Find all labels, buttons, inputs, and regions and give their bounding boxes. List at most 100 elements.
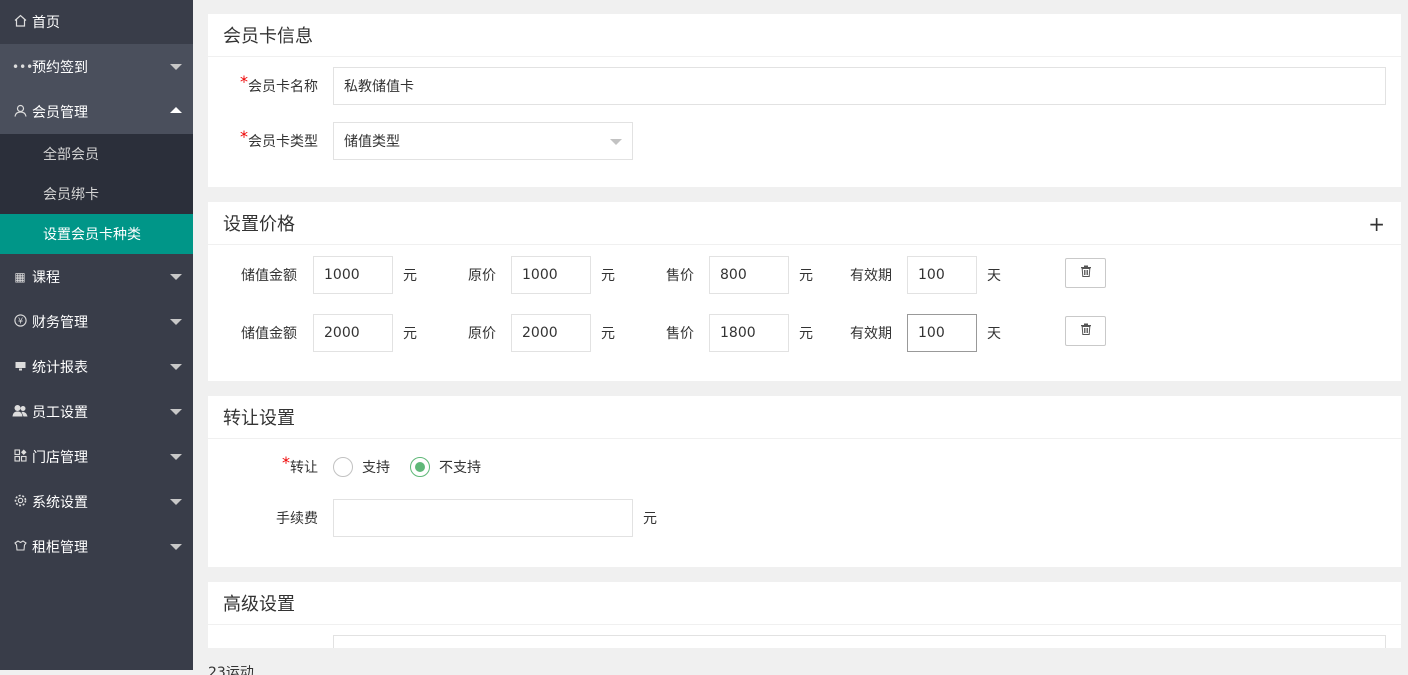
sub-item-card-types[interactable]: 设置会员卡种类 xyxy=(0,214,193,254)
validity-label: 有效期 xyxy=(850,268,892,284)
amount-label: 储值金额 xyxy=(241,268,297,284)
chevron-down-icon xyxy=(170,274,182,280)
chevron-up-icon xyxy=(170,107,182,113)
amount-unit: 元 xyxy=(403,326,417,342)
nav-item-stores-label: 门店管理 xyxy=(32,449,88,466)
main-content: 会员卡信息 *会员卡名称 私教储值卡 *会员卡类型 储值类型 设置价格 + 储值… xyxy=(208,14,1401,667)
validity-input[interactable]: 100 xyxy=(907,256,977,294)
sub-item-bind-card[interactable]: 会员绑卡 xyxy=(0,174,193,214)
sale-price-label: 售价 xyxy=(666,326,694,342)
chevron-down-icon xyxy=(170,454,182,460)
locker-icon xyxy=(12,539,28,555)
amount-unit: 元 xyxy=(403,268,417,284)
sale-price-unit: 元 xyxy=(799,326,813,342)
chevron-down-icon xyxy=(610,139,622,145)
nav-item-staff[interactable]: 员工设置 xyxy=(0,389,193,434)
chevron-down-icon xyxy=(170,544,182,550)
required-mark: * xyxy=(282,453,290,472)
nav-item-reports-label: 统计报表 xyxy=(32,359,88,376)
nav-item-settings-label: 系统设置 xyxy=(32,494,88,511)
chevron-down-icon xyxy=(170,64,182,70)
pricing-section: 设置价格 + 储值金额 1000 元 原价 1000 元 售价 800 元 有效… xyxy=(208,202,1401,381)
price-row: 储值金额 1000 元 原价 1000 元 售价 800 元 有效期 100 天 xyxy=(208,246,1401,304)
original-price-label: 原价 xyxy=(468,326,496,342)
nav-item-finance-label: 财务管理 xyxy=(32,314,88,331)
card-name-input[interactable]: 私教储值卡 xyxy=(333,67,1386,105)
nav-item-courses[interactable]: ▦ 课程 xyxy=(0,254,193,299)
card-info-section: 会员卡信息 *会员卡名称 私教储值卡 *会员卡类型 储值类型 xyxy=(208,14,1401,187)
nav-home[interactable]: 首页 xyxy=(0,0,193,44)
chevron-down-icon xyxy=(170,319,182,325)
sale-price-label: 售价 xyxy=(666,268,694,284)
fee-unit: 元 xyxy=(643,511,657,527)
chevron-down-icon xyxy=(170,364,182,370)
nav-home-label: 首页 xyxy=(32,15,60,31)
amount-label: 储值金额 xyxy=(241,326,297,342)
nav-item-booking-label: 预约签到 xyxy=(32,59,88,76)
required-mark: * xyxy=(240,72,248,91)
user-icon xyxy=(12,104,28,120)
nav-item-members-label: 会员管理 xyxy=(32,104,88,121)
trash-icon xyxy=(1080,323,1092,339)
nav-item-settings[interactable]: 系统设置 xyxy=(0,479,193,524)
advanced-section: 高级设置 xyxy=(208,582,1401,652)
delete-price-button[interactable] xyxy=(1065,316,1106,346)
transfer-section: 转让设置 *转让 支持 不支持 手续费 元 xyxy=(208,396,1401,567)
price-row: 储值金额 2000 元 原价 2000 元 售价 1800 元 有效期 100 … xyxy=(208,304,1401,362)
nav-item-reports[interactable]: 统计报表 xyxy=(0,344,193,389)
footer-text: 23运动 xyxy=(208,665,254,675)
add-price-button[interactable]: + xyxy=(1368,212,1385,236)
advanced-title: 高级设置 xyxy=(208,582,1401,625)
card-type-select[interactable]: 储值类型 xyxy=(333,122,633,160)
nav-item-lockers-label: 租柜管理 xyxy=(32,539,88,556)
sale-price-input[interactable]: 800 xyxy=(709,256,789,294)
staff-icon xyxy=(12,404,28,420)
validity-label: 有效期 xyxy=(850,326,892,342)
transfer-label: *转让 xyxy=(282,453,318,476)
original-price-unit: 元 xyxy=(601,326,615,342)
pricing-title: 设置价格 xyxy=(208,202,1401,245)
sub-item-all-members[interactable]: 全部会员 xyxy=(0,134,193,174)
amount-input[interactable]: 2000 xyxy=(313,314,393,352)
nav-item-booking[interactable]: ••• 预约签到 xyxy=(0,44,193,89)
members-submenu: 全部会员 会员绑卡 设置会员卡种类 xyxy=(0,134,193,254)
original-price-label: 原价 xyxy=(468,268,496,284)
delete-price-button[interactable] xyxy=(1065,258,1106,288)
original-price-unit: 元 xyxy=(601,268,615,284)
original-price-input[interactable]: 2000 xyxy=(511,314,591,352)
transfer-support-label[interactable]: 支持 xyxy=(362,457,390,477)
fee-input[interactable] xyxy=(333,499,633,537)
transfer-not-support-label[interactable]: 不支持 xyxy=(439,457,481,477)
nav-item-staff-label: 员工设置 xyxy=(32,404,88,421)
sale-price-input[interactable]: 1800 xyxy=(709,314,789,352)
nav-item-lockers[interactable]: 租柜管理 xyxy=(0,524,193,569)
required-mark: * xyxy=(240,127,248,146)
monitor-icon xyxy=(12,359,28,375)
nav-item-finance[interactable]: ¥ 财务管理 xyxy=(0,299,193,344)
card-type-label: *会员卡类型 xyxy=(240,127,318,150)
footer: 23运动 xyxy=(193,648,1408,675)
nav-item-courses-label: 课程 xyxy=(32,269,60,286)
nav-item-members[interactable]: 会员管理 xyxy=(0,89,193,134)
original-price-input[interactable]: 1000 xyxy=(511,256,591,294)
transfer-title: 转让设置 xyxy=(208,396,1401,439)
transfer-not-support-radio[interactable] xyxy=(410,457,430,477)
sale-price-unit: 元 xyxy=(799,268,813,284)
card-type-value: 储值类型 xyxy=(344,134,400,150)
grid-icon: ▦ xyxy=(14,269,26,284)
gear-icon xyxy=(12,494,28,510)
home-icon xyxy=(12,14,28,30)
transfer-support-radio[interactable] xyxy=(333,457,353,477)
validity-unit: 天 xyxy=(987,326,1001,342)
svg-text:¥: ¥ xyxy=(17,316,22,325)
validity-unit: 天 xyxy=(987,268,1001,284)
fee-label: 手续费 xyxy=(276,511,318,527)
nav-item-stores[interactable]: 门店管理 xyxy=(0,434,193,479)
chevron-down-icon xyxy=(170,409,182,415)
sidebar: 首页 ••• 预约签到 会员管理 全部会员 会员绑卡 设置会员卡种类 ▦ 课程 … xyxy=(0,0,193,670)
card-name-label: *会员卡名称 xyxy=(240,72,318,95)
amount-input[interactable]: 1000 xyxy=(313,256,393,294)
validity-input[interactable]: 100 xyxy=(907,314,977,352)
apps-icon xyxy=(12,448,28,465)
trash-icon xyxy=(1080,265,1092,281)
